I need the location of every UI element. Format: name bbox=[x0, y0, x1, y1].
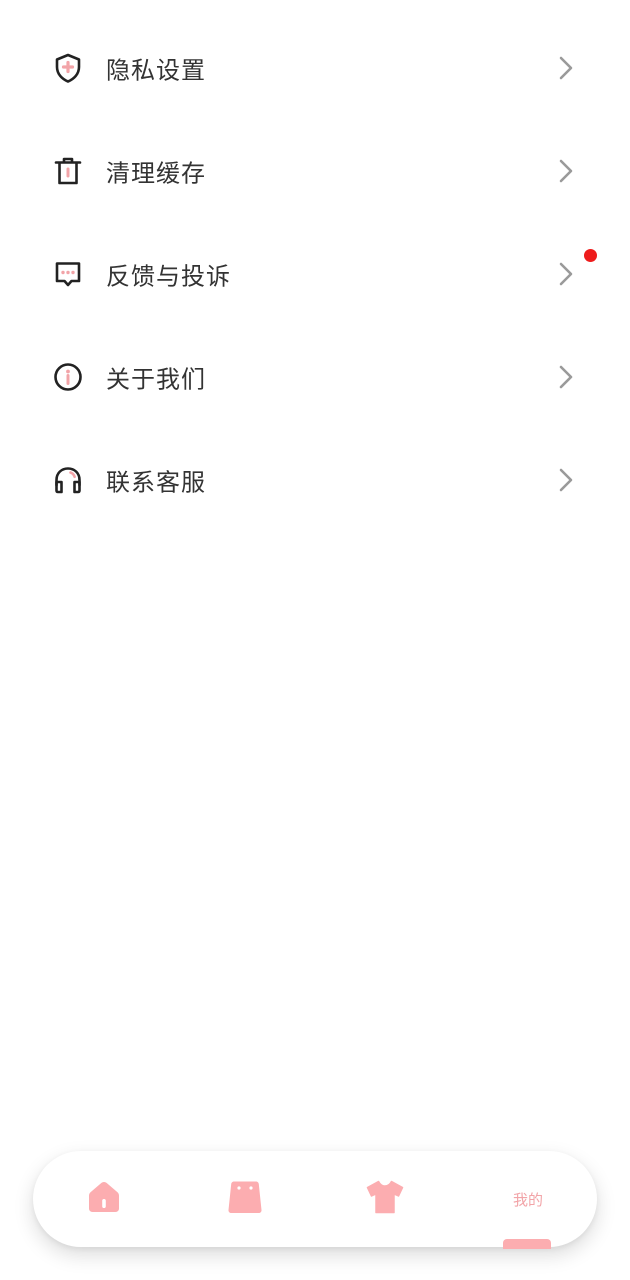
chevron-right-icon bbox=[554, 54, 578, 82]
headphones-icon bbox=[52, 464, 84, 496]
notification-dot bbox=[584, 249, 597, 262]
chevron-right-icon bbox=[554, 260, 578, 288]
menu-item-privacy-settings[interactable]: 隐私设置 bbox=[0, 16, 630, 119]
chevron-right-icon bbox=[554, 157, 578, 185]
shopping-bag-icon bbox=[227, 1179, 263, 1219]
tab-clothing[interactable] bbox=[340, 1151, 430, 1247]
menu-item-label: 反馈与投诉 bbox=[106, 262, 231, 290]
chevron-right-icon bbox=[554, 363, 578, 391]
menu-item-contact-service[interactable]: 联系客服 bbox=[0, 428, 630, 531]
tab-home[interactable] bbox=[59, 1151, 149, 1247]
menu-item-clear-cache[interactable]: 清理缓存 bbox=[0, 119, 630, 222]
settings-menu-list: 隐私设置 清理缓存 反馈与投诉 关于我们 联系客服 bbox=[0, 16, 630, 531]
message-icon bbox=[52, 258, 84, 290]
tab-mine[interactable]: 我的 bbox=[483, 1151, 573, 1247]
active-tab-indicator bbox=[503, 1239, 551, 1249]
menu-item-feedback[interactable]: 反馈与投诉 bbox=[0, 222, 630, 325]
menu-item-label: 清理缓存 bbox=[106, 159, 206, 187]
bottom-tab-bar: 我的 bbox=[33, 1151, 597, 1247]
tab-shop[interactable] bbox=[200, 1151, 290, 1247]
shirt-icon bbox=[365, 1179, 405, 1219]
tab-label: 我的 bbox=[512, 1190, 543, 1209]
shield-icon bbox=[52, 52, 84, 84]
menu-item-label: 关于我们 bbox=[106, 365, 206, 393]
menu-item-label: 联系客服 bbox=[106, 468, 206, 496]
menu-item-label: 隐私设置 bbox=[106, 56, 206, 84]
menu-item-about-us[interactable]: 关于我们 bbox=[0, 325, 630, 428]
trash-icon bbox=[52, 155, 84, 187]
chevron-right-icon bbox=[554, 466, 578, 494]
home-icon bbox=[86, 1179, 122, 1219]
info-icon bbox=[52, 361, 84, 393]
